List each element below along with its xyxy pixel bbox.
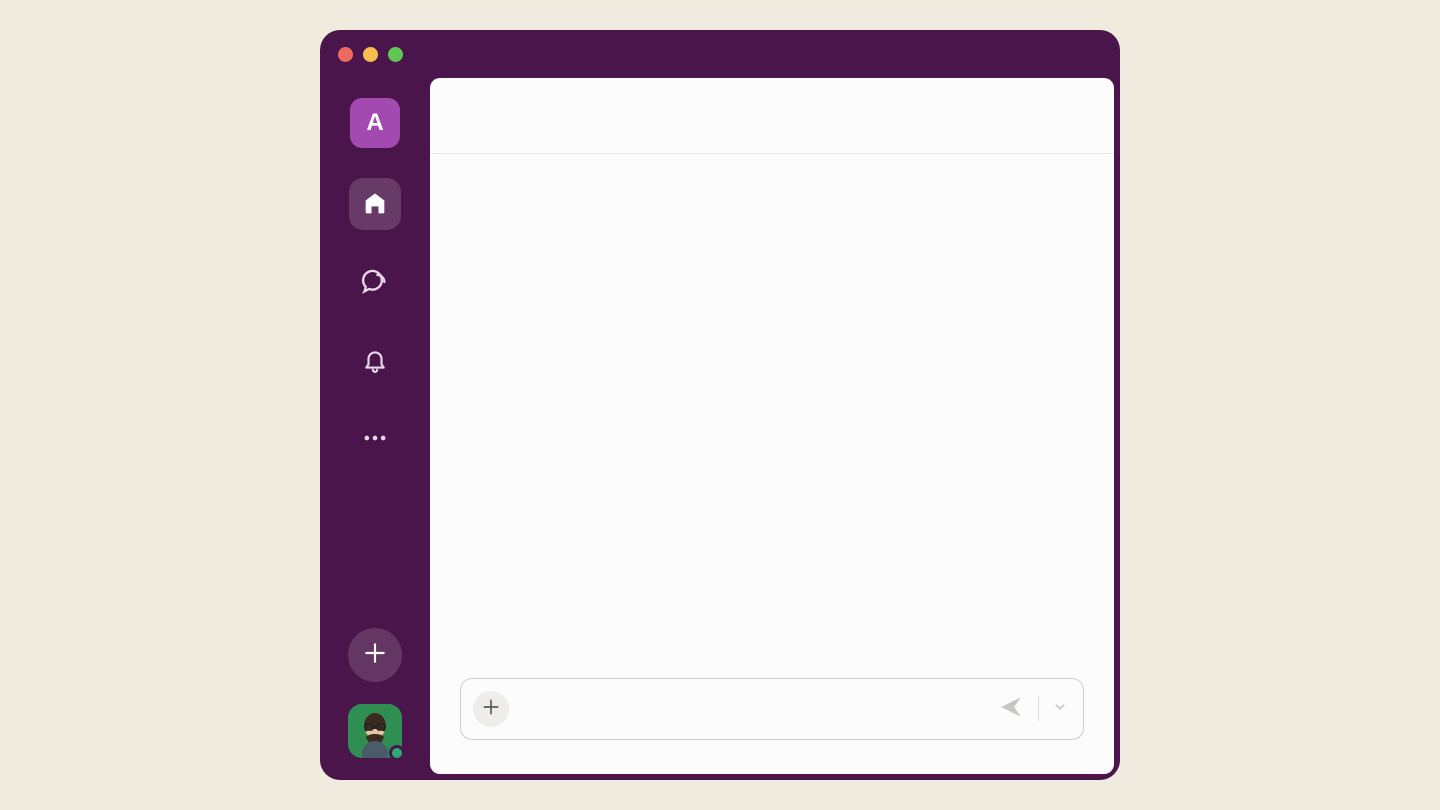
app-body: A (320, 78, 1120, 780)
home-icon (361, 190, 389, 218)
window-titlebar (320, 30, 1120, 78)
maximize-window-button[interactable] (388, 47, 403, 62)
minimize-window-button[interactable] (363, 47, 378, 62)
side-rail: A (320, 78, 430, 780)
plus-icon (362, 640, 388, 671)
activity-button[interactable] (349, 334, 401, 386)
bell-icon (362, 347, 388, 373)
channel-header (430, 78, 1114, 154)
main-pane (430, 78, 1114, 774)
send-button[interactable] (994, 692, 1028, 726)
message-input[interactable] (519, 679, 984, 739)
app-window: A (320, 30, 1120, 780)
workspace-tile[interactable]: A (350, 98, 400, 148)
send-options-button[interactable] (1049, 692, 1071, 726)
composer-area (430, 678, 1114, 774)
more-horizontal-icon (361, 424, 389, 452)
compose-button[interactable] (348, 628, 402, 682)
send-icon (998, 694, 1024, 725)
message-area (430, 154, 1114, 678)
close-window-button[interactable] (338, 47, 353, 62)
home-button[interactable] (349, 178, 401, 230)
more-button[interactable] (349, 412, 401, 464)
composer-divider (1038, 697, 1039, 721)
chat-icon (361, 268, 389, 296)
presence-indicator (389, 745, 405, 761)
chevron-down-icon (1053, 700, 1067, 719)
dms-button[interactable] (349, 256, 401, 308)
plus-icon (481, 697, 501, 722)
user-avatar[interactable] (348, 704, 402, 758)
message-composer[interactable] (460, 678, 1084, 740)
attach-button[interactable] (473, 691, 509, 727)
workspace-initial: A (366, 109, 383, 137)
